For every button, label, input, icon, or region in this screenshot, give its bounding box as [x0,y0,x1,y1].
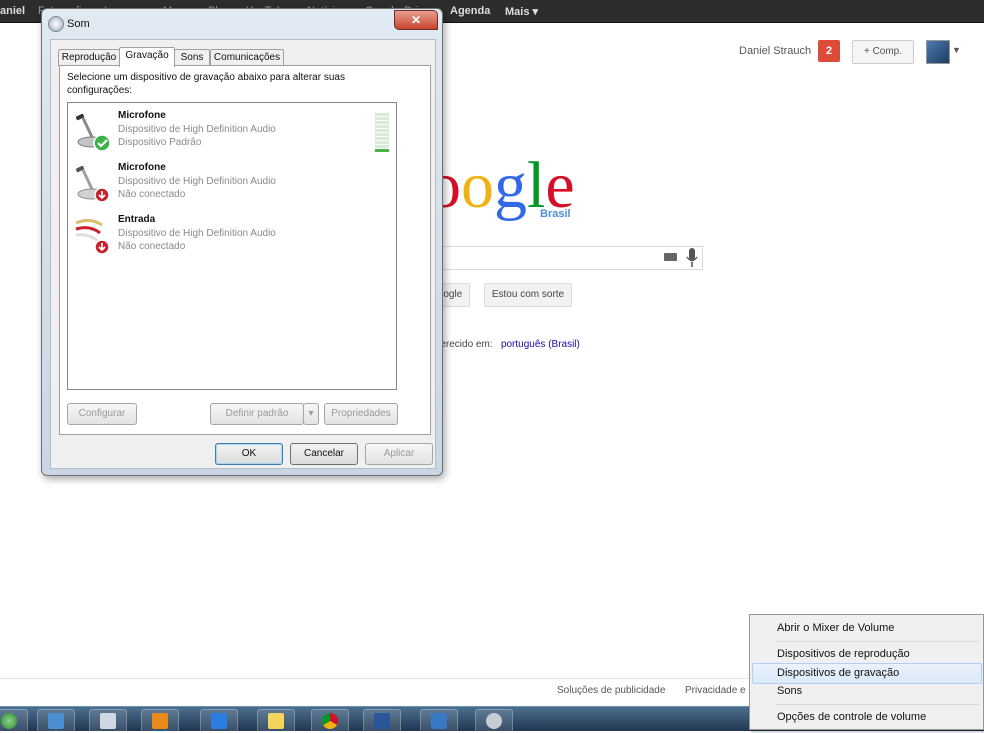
sound-icon [486,713,502,729]
device-driver: Dispositivo de High Definition Audio [118,176,276,187]
footer-ads-link[interactable]: Soluções de publicidade [557,685,665,696]
cancel-button[interactable]: Cancelar [290,443,358,465]
taskbar-notes[interactable] [257,709,295,733]
media-player-icon [152,713,168,729]
gbar-item-more[interactable]: Mais ▾ [505,5,538,18]
properties-button[interactable]: Propriedades [324,403,398,425]
recording-panel: Selecione um dispositivo de gravação aba… [59,65,431,435]
menu-item-sounds[interactable]: Sons [777,685,802,697]
microphone-icon[interactable] [686,248,698,268]
logo-subtitle: Brasil [540,208,571,220]
microphone-icon [75,165,110,203]
dialog-body: Reprodução Gravação Sons Comunicações Se… [50,39,436,469]
taskbar-outlook[interactable] [420,709,458,733]
menu-separator [775,704,979,705]
dropbox-icon [211,713,227,729]
set-default-dropdown[interactable]: ▾ [303,403,319,425]
speaker-icon [48,16,64,32]
app-icon [100,713,116,729]
device-status: Não conectado [118,189,186,200]
set-default-button[interactable]: Definir padrão [210,403,304,425]
line-in-icon [75,218,110,255]
meter-segment [375,113,389,116]
meter-segment [375,141,389,144]
microphone-icon [75,113,111,152]
notification-badge[interactable]: 2 [818,40,840,62]
meter-segment [375,149,389,152]
avatar[interactable] [926,40,950,64]
configure-button[interactable]: Configurar [67,403,137,425]
meter-segment [375,129,389,132]
gbar-item-calendar[interactable]: Agenda [450,5,490,17]
device-item[interactable]: Microfone Dispositivo de High Definition… [70,159,390,209]
language-offer: oferecido em: português (Brasil) [432,339,580,350]
footer-privacy-link[interactable]: Privacidade e [685,685,746,696]
taskbar-app[interactable] [89,709,127,733]
logo-letter: o [461,149,494,222]
tab-playback[interactable]: Reprodução [58,49,120,66]
user-name[interactable]: Daniel Strauch [739,45,811,57]
word-icon [374,713,390,729]
menu-separator [775,641,979,642]
chevron-down-icon[interactable]: ▼ [952,45,961,55]
notes-icon [268,713,284,729]
gbar-item-user[interactable]: aniel [0,5,25,17]
tab-communications[interactable]: Comunicações [210,49,284,66]
device-status: Dispositivo Padrão [118,137,202,148]
taskbar-media-player[interactable] [141,709,179,733]
taskbar-start[interactable] [0,709,28,733]
search-input[interactable] [430,246,703,270]
device-item[interactable]: Microfone Dispositivo de High Definition… [70,107,390,157]
taskbar-sound[interactable] [475,709,513,733]
tab-sounds[interactable]: Sons [174,49,210,66]
language-link[interactable]: português (Brasil) [501,339,580,350]
chevron-down-icon: ▾ [308,408,314,419]
taskbar-dropbox[interactable] [200,709,238,733]
meter-segment [375,133,389,136]
apply-button[interactable]: Aplicar [365,443,433,465]
ok-button[interactable]: OK [215,443,283,465]
meter-segment [375,145,389,148]
meter-segment [375,117,389,120]
start-orb-icon [1,713,17,729]
menu-item-volume-options[interactable]: Opções de controle de volume [777,711,926,723]
instruction-text: Selecione um dispositivo de gravação aba… [67,72,345,96]
lucky-button[interactable]: Estou com sorte [484,283,572,307]
tab-recording[interactable]: Gravação [119,47,175,67]
meter-segment [375,125,389,128]
meter-segment [375,121,389,124]
outlook-icon [431,713,447,729]
device-status: Não conectado [118,241,186,252]
menu-item-playback-devices[interactable]: Dispositivos de reprodução [777,648,910,660]
close-button[interactable]: ✕ [394,10,438,30]
share-button[interactable]: + Comp. [852,40,914,64]
taskbar-chrome[interactable] [311,709,349,733]
sound-dialog: Som ✕ Reprodução Gravação Sons Comunicaç… [41,8,443,476]
volume-context-menu: Abrir o Mixer de Volume Dispositivos de … [749,614,984,730]
device-driver: Dispositivo de High Definition Audio [118,228,276,239]
chrome-icon [322,713,338,729]
meter-segment [375,137,389,140]
device-list: Microfone Dispositivo de High Definition… [67,102,397,390]
device-name: Entrada [118,214,156,225]
dialog-title: Som [67,18,90,30]
menu-item-recording-devices[interactable]: Dispositivos de gravação [777,667,899,679]
menu-item-open-mixer[interactable]: Abrir o Mixer de Volume [777,622,894,634]
keyboard-icon[interactable] [664,253,677,261]
device-name: Microfone [118,110,166,121]
taskbar-word[interactable] [363,709,401,733]
level-meter [375,113,389,153]
device-name: Microfone [118,162,166,173]
logo-letter: g [494,149,527,222]
device-item[interactable]: Entrada Dispositivo de High Definition A… [70,211,390,261]
device-driver: Dispositivo de High Definition Audio [118,124,276,135]
taskbar-explorer[interactable] [37,709,75,733]
check-icon [93,134,111,152]
explorer-icon [48,713,64,729]
